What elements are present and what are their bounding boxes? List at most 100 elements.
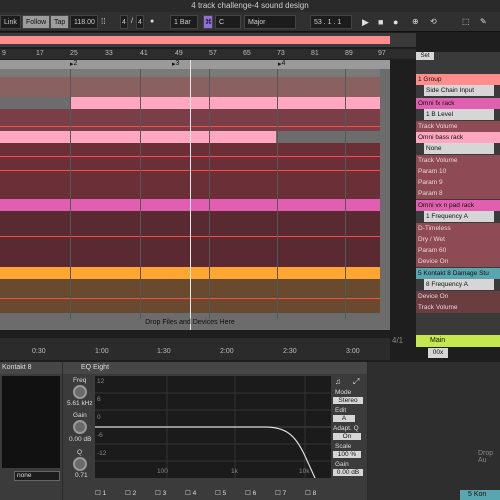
param-label: Device On [418,258,449,265]
track-group[interactable]: 1 Group [416,74,500,85]
signature-denominator[interactable]: 4 [136,15,144,29]
param-row[interactable]: D-Timeless [416,223,500,234]
record-icon[interactable]: ● [393,15,398,29]
main-value[interactable]: 00x [428,348,448,358]
db-tick: -12 [97,450,107,457]
adapt-q-toggle[interactable]: On [333,433,361,440]
stop-icon[interactable]: ■ [378,15,383,29]
quantize-select[interactable]: 1 Bar [170,15,198,29]
eq-graph[interactable]: 12 6 0 -6 -12 100 1k 10k [95,376,331,479]
record-circle-icon[interactable]: ● [150,15,154,29]
eq-title[interactable]: EQ Eight [63,362,367,374]
param-row[interactable]: Param 9 [416,177,500,188]
band-6[interactable]: ☐ 6 [245,489,256,497]
kontakt-select[interactable]: none [14,471,60,481]
gain-knob[interactable] [73,420,87,434]
automation-arm-icon[interactable]: ⟲ [430,15,437,29]
param-label: Device On [418,293,449,300]
locator-marker[interactable]: ▸ 3 [172,60,179,68]
band-2[interactable]: ☐ 2 [125,489,136,497]
time-tick: 2:00 [220,348,234,355]
param-row[interactable]: Track Volume [416,155,500,166]
locator-label: 3 [175,60,180,67]
band-4[interactable]: ☐ 4 [185,489,196,497]
locator-label: 2 [73,60,78,67]
metronome-icon[interactable]: ⁞⁞ [101,15,105,29]
param-row[interactable]: Param 60 [416,245,500,256]
output-gain-field[interactable]: 0.00 dB [333,469,363,476]
time-ruler[interactable]: 0:30 1:00 1:30 2:00 2:30 3:00 [0,338,390,360]
main-track[interactable]: Main [416,335,500,347]
link-button[interactable]: Link [0,15,21,29]
param-label: 1 Frequency A [426,213,468,220]
band-1[interactable]: ☐ 1 [95,489,106,497]
param-select[interactable]: 8 Frequency A [424,279,494,290]
loop-icon[interactable]: ⬚ [462,15,470,29]
param-row[interactable]: Track Volume [416,302,500,313]
time-signature: 4/1 [392,336,404,345]
param-row[interactable]: Dry / Wet [416,234,500,245]
freq-knob[interactable] [73,385,87,399]
track-kontakt[interactable]: 5 Kontakt 8 Damage Stu [416,268,500,279]
locator-marker[interactable]: ▸ 2 [70,60,77,68]
clip-bass-rack[interactable] [0,131,276,143]
overdub-icon[interactable]: ⊕ [412,15,419,29]
beat-ruler[interactable]: 9 17 25 33 41 49 57 65 73 81 89 97 [0,49,416,59]
band-8[interactable]: ☐ 8 [305,489,316,497]
input-select[interactable]: Side Chain Input [424,85,494,96]
signature-numerator[interactable]: 4 [120,15,128,29]
overview-strip[interactable] [0,33,416,47]
set-button[interactable]: Set [416,52,434,60]
track-fx-rack[interactable]: Omni fx rack [416,98,500,109]
db-tick: -6 [97,432,103,439]
param-row[interactable]: Param 8 [416,188,500,199]
q-value[interactable]: 0.71 [75,472,88,479]
scale-field[interactable]: 100 % [333,451,361,458]
clip-fx-rack[interactable] [70,97,380,109]
band-5[interactable]: ☐ 5 [215,489,226,497]
empty-device-slot[interactable] [368,362,500,500]
track-bass-rack[interactable]: Omni bass rack [416,132,500,143]
play-icon[interactable]: ▶ [362,15,369,29]
scale-toggle-icon[interactable]: ⌘ [203,15,213,29]
tempo-field[interactable]: 118.00 [70,15,98,29]
mode-label: Mode [335,389,352,396]
mode-select[interactable]: Stereo [333,397,363,404]
edit-toggle[interactable]: A [333,415,355,422]
band-7[interactable]: ☐ 7 [275,489,286,497]
param-row[interactable]: Device On [416,256,500,267]
headphones-icon[interactable]: ♫ [335,377,341,386]
freq-value[interactable]: 5.61 kHz [67,400,93,407]
band-number: 5 [222,490,227,497]
grid-line [277,69,278,319]
param-row[interactable]: Device On [416,291,500,302]
playhead[interactable] [190,60,191,330]
track-vx-pad-rack[interactable]: Omni vx n pad rack [416,200,500,211]
key-select[interactable]: C [215,15,241,29]
draw-mode-icon[interactable]: ✎ [480,15,487,29]
gain-value[interactable]: 0.00 dB [69,436,91,443]
param-row[interactable]: Track Volume [416,121,500,132]
param-label: D-Timeless [418,225,451,232]
ruler-tick: 49 [175,50,183,57]
gain-label: Gain [73,412,87,419]
scale-select[interactable]: Major [244,15,296,29]
kontakt-title[interactable]: Kontakt 8 [0,362,62,374]
tap-button[interactable]: Tap [50,15,70,29]
expand-icon[interactable]: ⤢ [353,377,359,387]
follow-button[interactable]: Follow [22,15,51,29]
q-knob[interactable] [73,457,87,471]
param-select[interactable]: 1 B Level [424,109,494,120]
locator-bar[interactable]: ▸ 2 ▸ 3 ▸ 4 [0,60,390,69]
locator-marker[interactable]: ▸ 4 [278,60,285,68]
param-select[interactable]: None [424,143,494,154]
band-3[interactable]: ☐ 3 [155,489,166,497]
transport-bar: Link Follow Tap 118.00 ⁞⁞ 4 / 4 ● 1 Bar … [0,12,500,32]
position-field[interactable]: 53 . 1 . 1 [310,15,352,29]
grid-line [140,69,141,319]
kontakt-5-track[interactable]: 5 Kon [460,490,500,500]
param-select[interactable]: 1 Frequency A [424,211,494,222]
param-row[interactable]: Param 10 [416,166,500,177]
track-name: 5 Kontakt 8 Damage Stu [418,270,489,277]
track-name: Omni vx n pad rack [418,202,474,209]
